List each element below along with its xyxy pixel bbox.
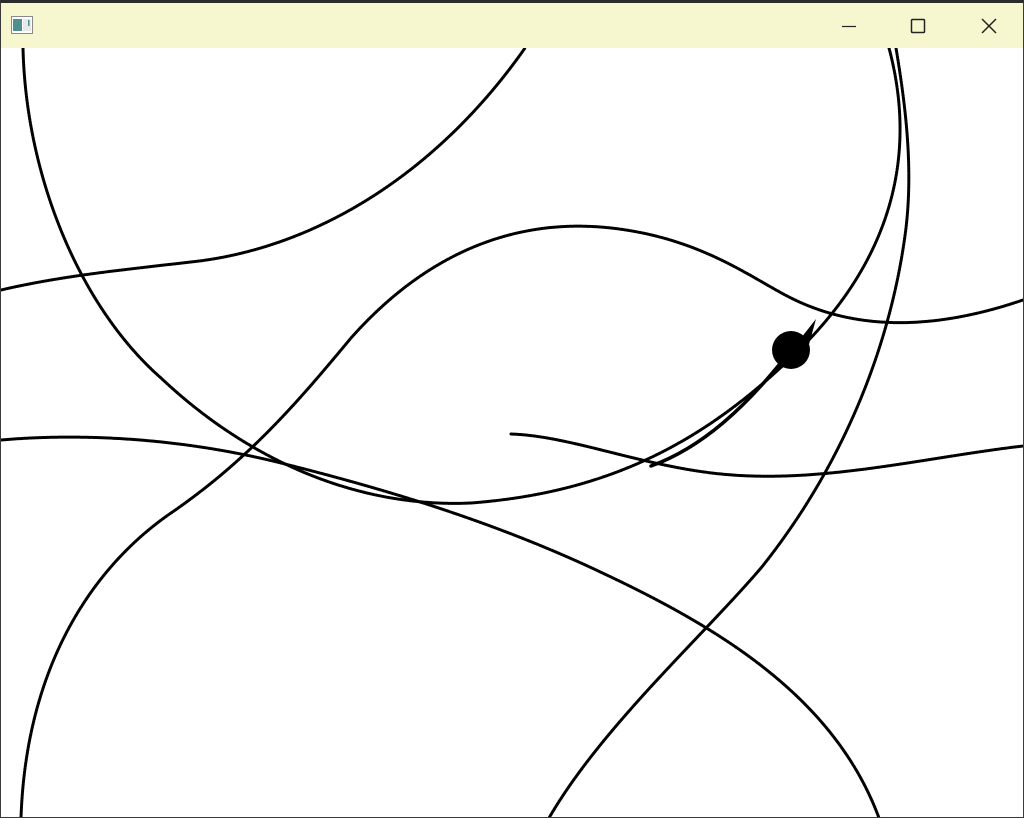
turtle-drawing [1, 48, 1023, 817]
trail-right-descent [547, 48, 911, 817]
trail-upper-wave [1, 48, 527, 292]
trail-current [649, 348, 793, 468]
trail-large-loop [21, 48, 902, 505]
app-window [0, 0, 1024, 818]
turtle-cursor [772, 319, 816, 369]
close-icon [981, 17, 997, 34]
drawing-canvas[interactable] [1, 48, 1023, 817]
app-window-icon [11, 16, 33, 34]
close-button[interactable] [966, 3, 1012, 48]
minimize-button[interactable] [826, 3, 872, 48]
minimize-icon [842, 25, 856, 27]
trail-short-wave [509, 432, 1023, 478]
trail-middle-wave [19, 224, 1023, 817]
maximize-icon [910, 18, 926, 33]
maximize-button[interactable] [895, 3, 941, 48]
title-bar[interactable] [1, 3, 1023, 48]
trail-lower-crossing [1, 435, 881, 817]
